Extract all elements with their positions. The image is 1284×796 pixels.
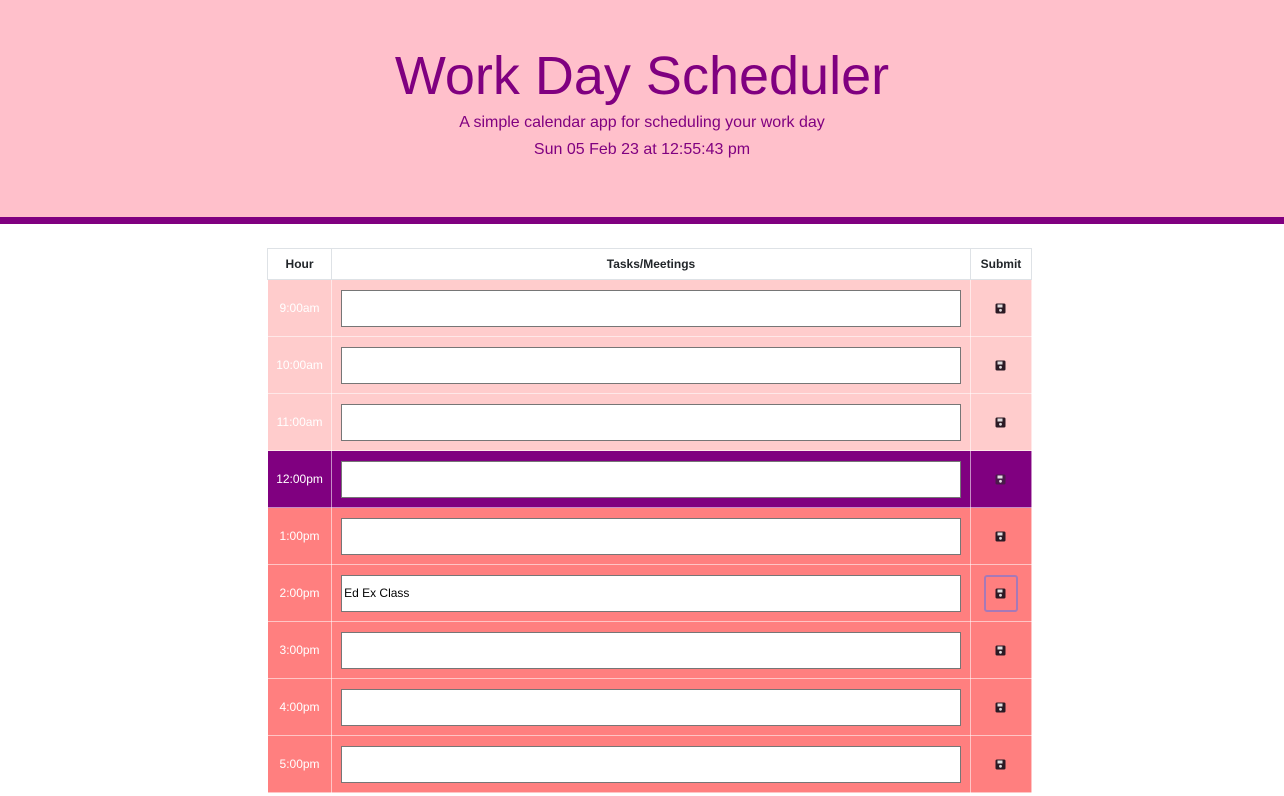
column-header-submit: Submit: [969, 248, 1033, 280]
hour-label: 2:00pm: [266, 564, 333, 622]
save-floppy-icon: [995, 360, 1006, 370]
save-button[interactable]: [984, 518, 1018, 555]
page-title: Work Day Scheduler: [394, 46, 890, 106]
save-floppy-icon: [995, 417, 1006, 427]
header: Work Day Scheduler A simple calendar app…: [0, 0, 1284, 224]
task-input[interactable]: [341, 346, 962, 384]
current-datetime: Sun 05 Feb 23 at 12:55:43 pm: [533, 141, 751, 158]
save-floppy-icon: [995, 303, 1006, 313]
hour-label: 5:00pm: [266, 735, 333, 793]
task-input[interactable]: [341, 289, 962, 327]
task-cell: [331, 621, 971, 679]
task-input[interactable]: [341, 517, 962, 555]
save-button[interactable]: [984, 632, 1018, 669]
save-button[interactable]: [984, 290, 1018, 327]
table-row: 3:00pm: [266, 621, 1033, 679]
save-cell: [969, 564, 1033, 622]
save-cell: [969, 393, 1033, 451]
save-cell: [969, 678, 1033, 736]
hour-label: 4:00pm: [266, 678, 333, 736]
table-row: 11:00am: [266, 393, 1033, 451]
save-cell: [969, 279, 1033, 337]
task-cell: [331, 279, 971, 337]
table-row: 9:00am: [266, 279, 1033, 337]
task-cell: [331, 735, 971, 793]
scheduler-table-container: Hour Tasks/Meetings Submit 9:00am 10:00a…: [266, 248, 1033, 793]
table-row: 10:00am: [266, 336, 1033, 394]
save-cell: [969, 507, 1033, 565]
save-button[interactable]: [984, 689, 1018, 726]
task-input[interactable]: [341, 460, 962, 498]
task-input[interactable]: [341, 631, 962, 669]
table-row: 5:00pm: [266, 735, 1033, 793]
save-floppy-icon: [995, 588, 1006, 598]
save-button[interactable]: [984, 746, 1018, 783]
hour-label: 12:00pm: [266, 450, 333, 508]
save-button[interactable]: [984, 347, 1018, 384]
save-button[interactable]: [984, 404, 1018, 441]
hour-label: 1:00pm: [266, 507, 333, 565]
table-row: 2:00pm: [266, 564, 1033, 622]
table-body: 9:00am 10:00am 11:00am 12:00pm 1:00pm 2:…: [266, 279, 1033, 793]
hour-label: 9:00am: [266, 279, 333, 337]
column-header-hour: Hour: [266, 248, 333, 280]
column-header-tasks: Tasks/Meetings: [331, 248, 971, 280]
task-input[interactable]: [341, 688, 962, 726]
save-floppy-icon: [995, 759, 1006, 769]
save-floppy-icon: [995, 531, 1006, 541]
save-button[interactable]: [984, 461, 1018, 498]
task-cell: [331, 507, 971, 565]
scheduler-table: Hour Tasks/Meetings Submit 9:00am 10:00a…: [266, 248, 1033, 793]
save-button[interactable]: [983, 574, 1018, 612]
page-subtitle: A simple calendar app for scheduling you…: [459, 114, 825, 131]
task-cell: [331, 564, 971, 622]
save-floppy-icon: [995, 474, 1006, 484]
save-cell: [969, 621, 1033, 679]
task-cell: [331, 450, 971, 508]
save-cell: [969, 735, 1033, 793]
save-floppy-icon: [995, 702, 1006, 712]
table-row: 12:00pm: [266, 450, 1033, 508]
save-cell: [969, 450, 1033, 508]
task-cell: [331, 393, 971, 451]
task-input[interactable]: [341, 745, 962, 783]
task-cell: [331, 678, 971, 736]
table-row: 1:00pm: [266, 507, 1033, 565]
hour-label: 10:00am: [266, 336, 333, 394]
task-input[interactable]: [341, 574, 962, 612]
save-cell: [969, 336, 1033, 394]
table-header-row: Hour Tasks/Meetings Submit: [266, 248, 1033, 280]
task-input[interactable]: [341, 403, 962, 441]
task-cell: [331, 336, 971, 394]
hour-label: 3:00pm: [266, 621, 333, 679]
save-floppy-icon: [995, 645, 1006, 655]
table-row: 4:00pm: [266, 678, 1033, 736]
hour-label: 11:00am: [266, 393, 333, 451]
